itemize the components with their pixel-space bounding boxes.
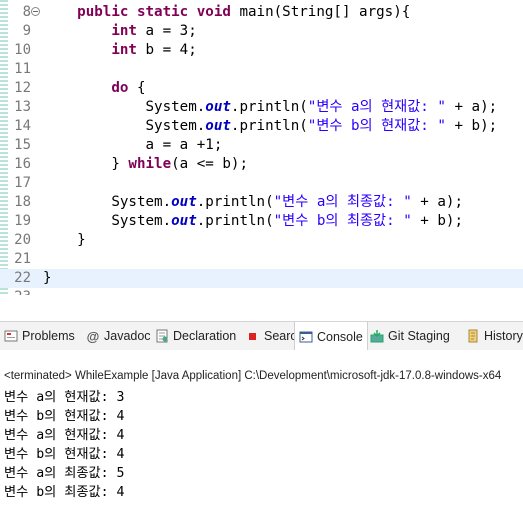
console-output-line: 변수 b의 현재값: 4 bbox=[4, 409, 125, 424]
line-number: 9 bbox=[22, 23, 31, 39]
line-number: 11 bbox=[14, 61, 31, 77]
line-number: 21 bbox=[14, 251, 31, 267]
tab-problems[interactable]: Problems bbox=[4, 322, 75, 350]
javadoc-icon: @ bbox=[86, 328, 100, 344]
history-icon bbox=[466, 329, 480, 343]
code-text: System.out.println("변수 a의 최종값: " + a); bbox=[43, 194, 463, 210]
code-line-8[interactable]: 8 public static void main(String[] args)… bbox=[0, 3, 523, 22]
console-output-line: 변수 a의 최종값: 5 bbox=[4, 466, 125, 481]
code-line-20[interactable]: 20 } bbox=[0, 231, 523, 250]
code-text: int b = 4; bbox=[111, 42, 197, 58]
line-number: 19 bbox=[14, 213, 31, 229]
code-line-9[interactable]: 9 int a = 3; bbox=[0, 22, 523, 41]
fold-collapse-icon[interactable] bbox=[31, 7, 40, 16]
line-number: 17 bbox=[14, 175, 31, 191]
code-text: public static void main(String[] args){ bbox=[77, 4, 411, 20]
console-status-header: <terminated> WhileExample [Java Applicat… bbox=[4, 370, 502, 382]
tab-console[interactable]: Console bbox=[294, 322, 368, 351]
line-number: 8 bbox=[22, 4, 31, 20]
git-staging-icon bbox=[370, 329, 384, 343]
code-line-21[interactable]: 21 bbox=[0, 250, 523, 269]
code-editor[interactable]: 8 public static void main(String[] args)… bbox=[0, 0, 523, 295]
tab-git-staging[interactable]: Git Staging bbox=[370, 322, 450, 350]
tab-label: Javadoc bbox=[104, 329, 151, 343]
tab-label: Console bbox=[317, 329, 363, 344]
code-text: do { bbox=[111, 80, 146, 96]
code-line-23[interactable]: 23 bbox=[0, 288, 523, 295]
declaration-icon bbox=[155, 329, 169, 343]
line-number: 18 bbox=[14, 194, 31, 210]
code-line-17[interactable]: 17 bbox=[0, 174, 523, 193]
code-line-15[interactable]: 15 a = a +1; bbox=[0, 136, 523, 155]
console-output-line: 변수 a의 현재값: 4 bbox=[4, 428, 125, 443]
code-text: } bbox=[43, 270, 52, 286]
code-line-10[interactable]: 10 int b = 4; bbox=[0, 41, 523, 60]
code-text: System.out.println("변수 b의 현재값: " + b); bbox=[43, 118, 498, 134]
problems-icon bbox=[4, 329, 18, 343]
console-output-line: 변수 a의 현재값: 3 bbox=[4, 390, 125, 405]
tab-label: Declaration bbox=[173, 329, 237, 343]
tab-declaration[interactable]: Declaration bbox=[155, 322, 236, 350]
console-output[interactable]: 변수 a의 현재값: 3 변수 b의 현재값: 4 변수 a의 현재값: 4 변수 b… bbox=[4, 388, 124, 502]
console-output-line: 변수 b의 최종값: 4 bbox=[4, 485, 125, 500]
line-number: 20 bbox=[14, 232, 31, 248]
tab-label: Git Staging bbox=[388, 329, 450, 343]
console-icon bbox=[299, 330, 313, 344]
line-number: 13 bbox=[14, 99, 31, 115]
line-number: 14 bbox=[14, 118, 31, 134]
tab-history[interactable]: History bbox=[466, 322, 523, 350]
code-line-18[interactable]: 18 System.out.println("변수 a의 최종값: " + a)… bbox=[0, 193, 523, 212]
line-number: 23 bbox=[1, 288, 31, 295]
code-line-11[interactable]: 11 bbox=[0, 60, 523, 79]
code-line-14[interactable]: 14 System.out.println("변수 b의 현재값: " + b)… bbox=[0, 117, 523, 136]
code-text: a = a +1; bbox=[43, 137, 223, 153]
tab-label: History bbox=[484, 329, 523, 343]
code-line-16[interactable]: 16 } while(a <= b); bbox=[0, 155, 523, 174]
code-line-13[interactable]: 13 System.out.println("변수 a의 현재값: " + a)… bbox=[0, 98, 523, 117]
code-text: } while(a <= b); bbox=[43, 156, 249, 172]
tab-javadoc[interactable]: @ Javadoc bbox=[86, 322, 151, 350]
search-icon bbox=[246, 329, 260, 343]
line-number: 15 bbox=[14, 137, 31, 153]
code-line-22[interactable]: 22} bbox=[0, 269, 523, 288]
tab-label: Problems bbox=[22, 329, 75, 343]
view-tab-bar: Problems @ Javadoc Declaration Search Console… bbox=[0, 321, 523, 351]
console-view[interactable]: <terminated> WhileExample [Java Applicat… bbox=[0, 350, 523, 505]
console-output-line: 변수 b의 현재값: 4 bbox=[4, 447, 125, 462]
code-text: System.out.println("변수 b의 최종값: " + b); bbox=[43, 213, 463, 229]
code-text: int a = 3; bbox=[111, 23, 197, 39]
code-text: } bbox=[43, 232, 86, 248]
line-number: 10 bbox=[14, 42, 31, 58]
code-line-19[interactable]: 19 System.out.println("변수 b의 최종값: " + b)… bbox=[0, 212, 523, 231]
code-text: System.out.println("변수 a의 현재값: " + a); bbox=[43, 99, 498, 115]
line-number: 22 bbox=[14, 270, 31, 286]
line-number: 16 bbox=[14, 156, 31, 172]
line-number: 12 bbox=[14, 80, 31, 96]
code-line-12[interactable]: 12 do { bbox=[0, 79, 523, 98]
